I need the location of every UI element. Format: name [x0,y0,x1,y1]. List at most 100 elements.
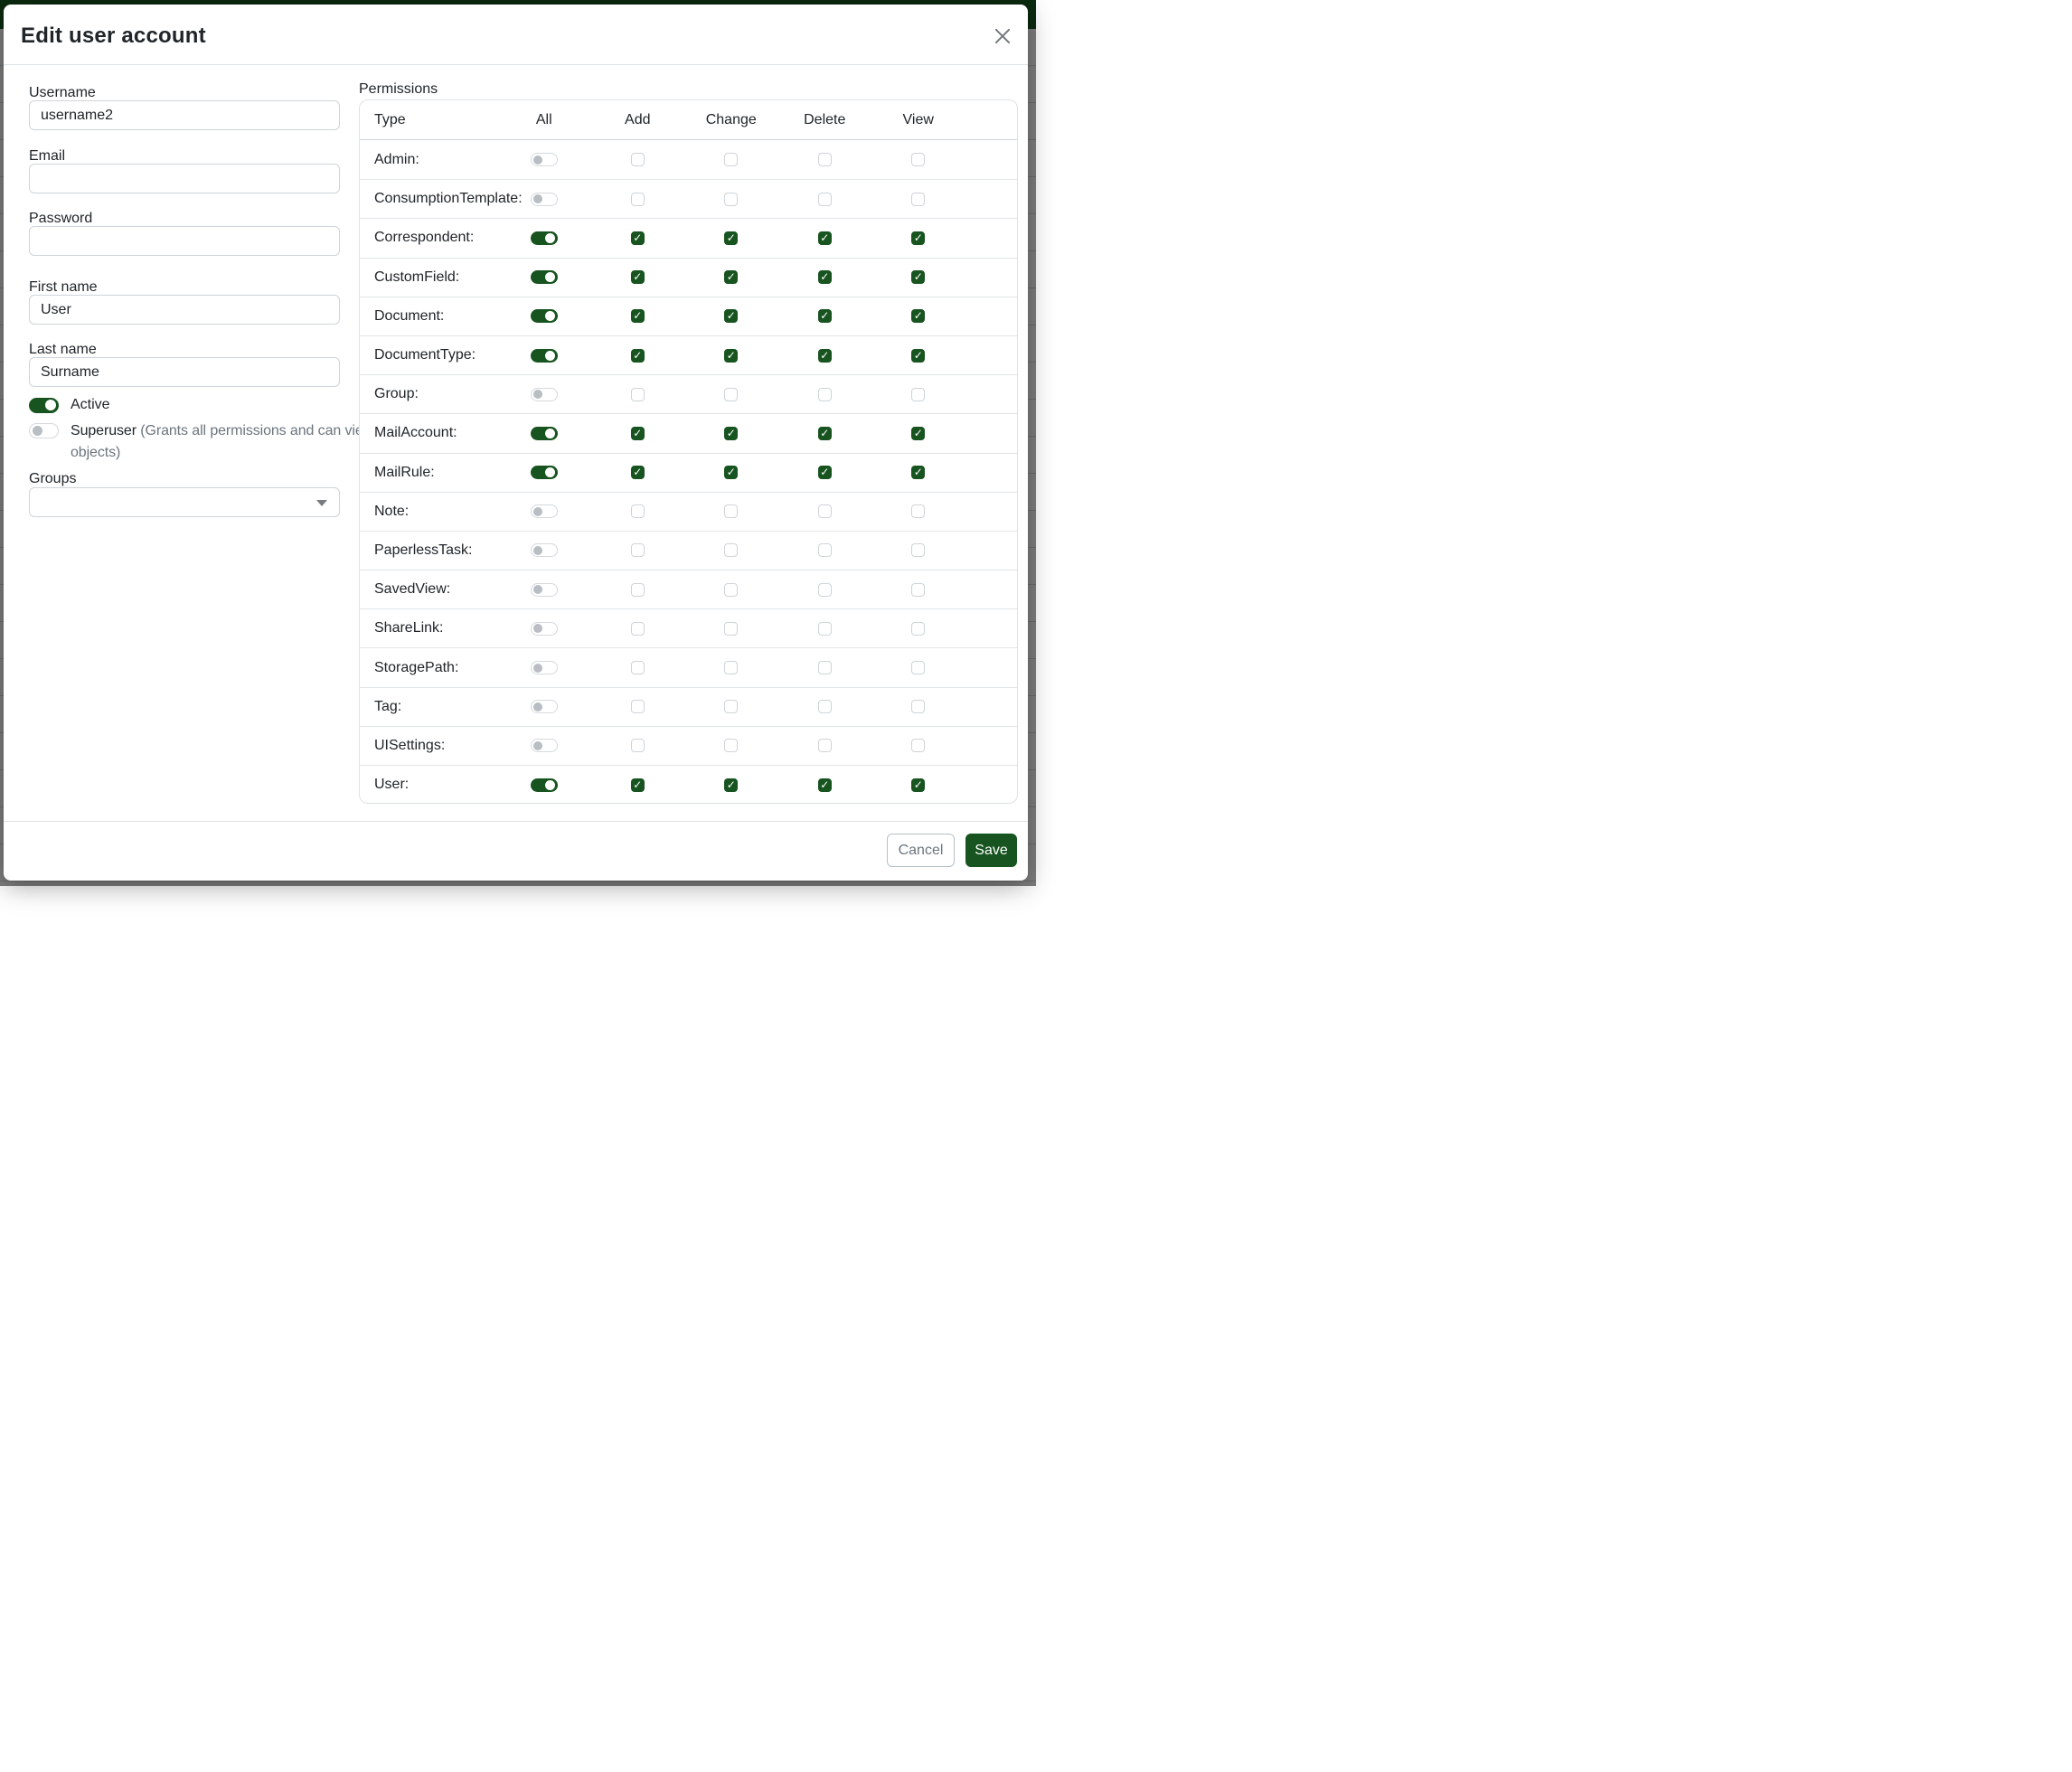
username-input[interactable] [29,100,340,130]
first-name-input[interactable] [29,295,340,325]
permission-type-label: MailAccount: [360,425,497,441]
permission-add-checkbox[interactable]: ✓ [631,309,645,323]
permission-view-checkbox[interactable] [911,739,925,752]
permission-change-checkbox[interactable] [724,388,738,401]
permission-delete-checkbox[interactable] [818,622,832,636]
superuser-toggle[interactable] [29,423,59,438]
permission-all-toggle[interactable] [531,427,558,440]
permission-all-toggle[interactable] [531,153,558,166]
permission-delete-checkbox[interactable] [818,193,832,206]
permission-all-toggle[interactable] [531,543,558,557]
permission-change-checkbox[interactable]: ✓ [724,309,738,323]
permission-delete-checkbox[interactable] [818,388,832,401]
permission-change-checkbox[interactable] [724,153,738,166]
permission-view-checkbox[interactable] [911,700,925,713]
permission-change-checkbox[interactable]: ✓ [724,778,738,792]
permission-add-checkbox[interactable]: ✓ [631,427,645,440]
toggle-knob [545,351,555,361]
permission-add-checkbox[interactable] [631,504,645,518]
permission-all-toggle[interactable] [531,622,558,636]
permission-all-toggle[interactable] [531,700,558,713]
permission-delete-checkbox[interactable]: ✓ [818,427,832,440]
permission-add-checkbox[interactable] [631,153,645,166]
last-name-input[interactable] [29,357,340,387]
permission-all-toggle[interactable] [531,583,558,597]
permission-add-checkbox[interactable] [631,583,645,597]
permission-delete-checkbox[interactable]: ✓ [818,270,832,284]
permission-view-checkbox[interactable]: ✓ [911,231,925,245]
active-toggle[interactable] [29,398,59,413]
permission-change-checkbox[interactable] [724,700,738,713]
permission-view-checkbox[interactable]: ✓ [911,466,925,479]
permission-delete-checkbox[interactable] [818,739,832,752]
permission-view-checkbox[interactable] [911,153,925,166]
permission-delete-checkbox[interactable] [818,700,832,713]
permission-add-checkbox[interactable] [631,193,645,206]
permission-all-toggle[interactable] [531,778,558,792]
permission-change-checkbox[interactable] [724,504,738,518]
permission-delete-checkbox[interactable] [818,504,832,518]
permission-view-checkbox[interactable]: ✓ [911,349,925,363]
permission-delete-checkbox[interactable] [818,543,832,557]
permission-delete-checkbox[interactable] [818,583,832,597]
permission-all-toggle[interactable] [531,388,558,401]
permission-all-toggle[interactable] [531,193,558,206]
permission-all-toggle[interactable] [531,739,558,752]
permission-change-checkbox[interactable] [724,661,738,674]
permission-change-checkbox[interactable]: ✓ [724,427,738,440]
permission-view-checkbox[interactable] [911,504,925,518]
permission-delete-checkbox[interactable]: ✓ [818,309,832,323]
permission-all-toggle[interactable] [531,231,558,245]
permission-change-checkbox[interactable] [724,739,738,752]
permission-type-label: ShareLink: [360,620,497,636]
permission-add-checkbox[interactable] [631,739,645,752]
permission-add-checkbox[interactable]: ✓ [631,466,645,479]
cancel-button[interactable]: Cancel [887,834,955,867]
permission-view-checkbox[interactable] [911,583,925,597]
permission-add-checkbox[interactable] [631,543,645,557]
permission-change-checkbox[interactable]: ✓ [724,231,738,245]
email-input[interactable] [29,164,340,193]
permission-delete-checkbox[interactable]: ✓ [818,349,832,363]
permission-add-checkbox[interactable]: ✓ [631,231,645,245]
permission-view-checkbox[interactable] [911,388,925,401]
permission-change-checkbox[interactable] [724,193,738,206]
permission-add-checkbox[interactable] [631,661,645,674]
permission-change-checkbox[interactable] [724,583,738,597]
permission-all-toggle[interactable] [531,309,558,323]
permission-change-checkbox[interactable]: ✓ [724,270,738,284]
save-button[interactable]: Save [965,834,1017,867]
permission-view-checkbox[interactable]: ✓ [911,427,925,440]
close-icon[interactable] [994,27,1012,45]
toggle-knob [533,664,542,673]
permission-change-checkbox[interactable] [724,543,738,557]
permission-add-checkbox[interactable] [631,388,645,401]
permission-add-checkbox[interactable]: ✓ [631,349,645,363]
permission-all-toggle[interactable] [531,349,558,363]
permission-add-checkbox[interactable] [631,700,645,713]
permission-delete-checkbox[interactable]: ✓ [818,778,832,792]
permission-delete-checkbox[interactable] [818,153,832,166]
password-input[interactable] [29,226,340,256]
permission-delete-checkbox[interactable]: ✓ [818,231,832,245]
permission-add-checkbox[interactable]: ✓ [631,270,645,284]
permission-delete-checkbox[interactable]: ✓ [818,466,832,479]
permission-add-checkbox[interactable] [631,622,645,636]
permission-view-checkbox[interactable] [911,543,925,557]
groups-select[interactable] [29,487,340,517]
permission-change-checkbox[interactable]: ✓ [724,349,738,363]
permission-all-toggle[interactable] [531,504,558,518]
permission-change-checkbox[interactable]: ✓ [724,466,738,479]
permission-change-checkbox[interactable] [724,622,738,636]
permission-view-checkbox[interactable]: ✓ [911,270,925,284]
permission-all-toggle[interactable] [531,270,558,284]
permission-view-checkbox[interactable] [911,622,925,636]
permission-delete-checkbox[interactable] [818,661,832,674]
permission-all-toggle[interactable] [531,466,558,479]
permission-all-toggle[interactable] [531,661,558,674]
permission-view-checkbox[interactable] [911,661,925,674]
permission-view-checkbox[interactable] [911,193,925,206]
permission-view-checkbox[interactable]: ✓ [911,309,925,323]
permission-view-checkbox[interactable]: ✓ [911,778,925,792]
permission-add-checkbox[interactable]: ✓ [631,778,645,792]
